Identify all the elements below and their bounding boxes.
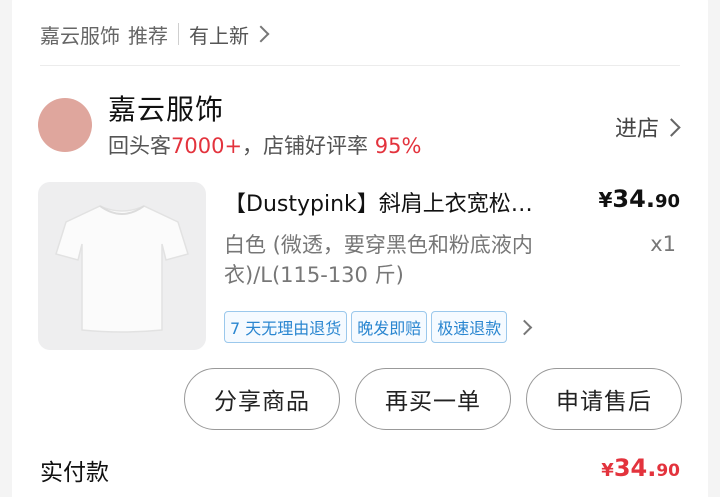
tag-late-compensation: 晚发即赔: [351, 311, 428, 343]
tag-free-return: 7 天无理由退货: [224, 311, 348, 343]
enter-store-button[interactable]: 进店: [614, 111, 681, 143]
shop-stats: 回头客7000+，店铺好评率 95%: [108, 130, 421, 160]
product-quantity: x1: [650, 232, 676, 256]
product-price: ¥34. 90: [599, 185, 681, 213]
paid-decimal: 90: [656, 461, 680, 481]
section-divider: [40, 65, 680, 66]
returning-label: 回头客: [108, 134, 171, 158]
tag-fast-refund: 极速退款: [431, 311, 508, 343]
buy-again-button[interactable]: 再买一单: [355, 368, 511, 430]
price-currency: ¥: [598, 188, 613, 212]
price-decimal: 90: [654, 191, 680, 212]
breadcrumb-recommend[interactable]: 推荐: [128, 20, 168, 49]
shop-avatar[interactable]: [38, 98, 92, 152]
enter-store-label: 进店: [614, 117, 659, 142]
tshirt-icon: [55, 205, 189, 333]
product-spec: 白色 (微透，要穿黑色和粉底液内衣)/L(115-130 斤): [224, 233, 533, 287]
rating-value: 95%: [374, 134, 422, 158]
paid-amount-label: 实付款: [40, 460, 109, 486]
service-tags[interactable]: 7 天无理由退货 晚发即赔 极速退款: [224, 311, 533, 343]
paid-integer: 34.: [613, 454, 657, 482]
chevron-right-icon: [662, 117, 681, 137]
shop-name[interactable]: 嘉云服饰: [108, 88, 224, 128]
breadcrumb-shop[interactable]: 嘉云服饰: [40, 20, 120, 49]
returning-count: 7000+: [171, 134, 243, 158]
paid-amount: ¥34. 90: [601, 454, 680, 482]
product-image[interactable]: [38, 182, 206, 350]
product-title[interactable]: 【Dustypink】斜肩上衣宽松…: [224, 186, 574, 218]
chevron-right-icon: [517, 319, 533, 335]
rating-label: ，店铺好评率: [242, 134, 369, 158]
chevron-right-icon: [252, 25, 270, 43]
paid-currency: ¥: [601, 460, 614, 481]
share-product-button[interactable]: 分享商品: [184, 368, 340, 430]
after-sales-button[interactable]: 申请售后: [526, 368, 682, 430]
new-arrivals-link[interactable]: 有上新: [189, 20, 249, 49]
breadcrumb-divider: [178, 23, 179, 45]
price-integer: 34.: [612, 185, 655, 213]
breadcrumb: 嘉云服饰 推荐 有上新: [40, 18, 270, 50]
